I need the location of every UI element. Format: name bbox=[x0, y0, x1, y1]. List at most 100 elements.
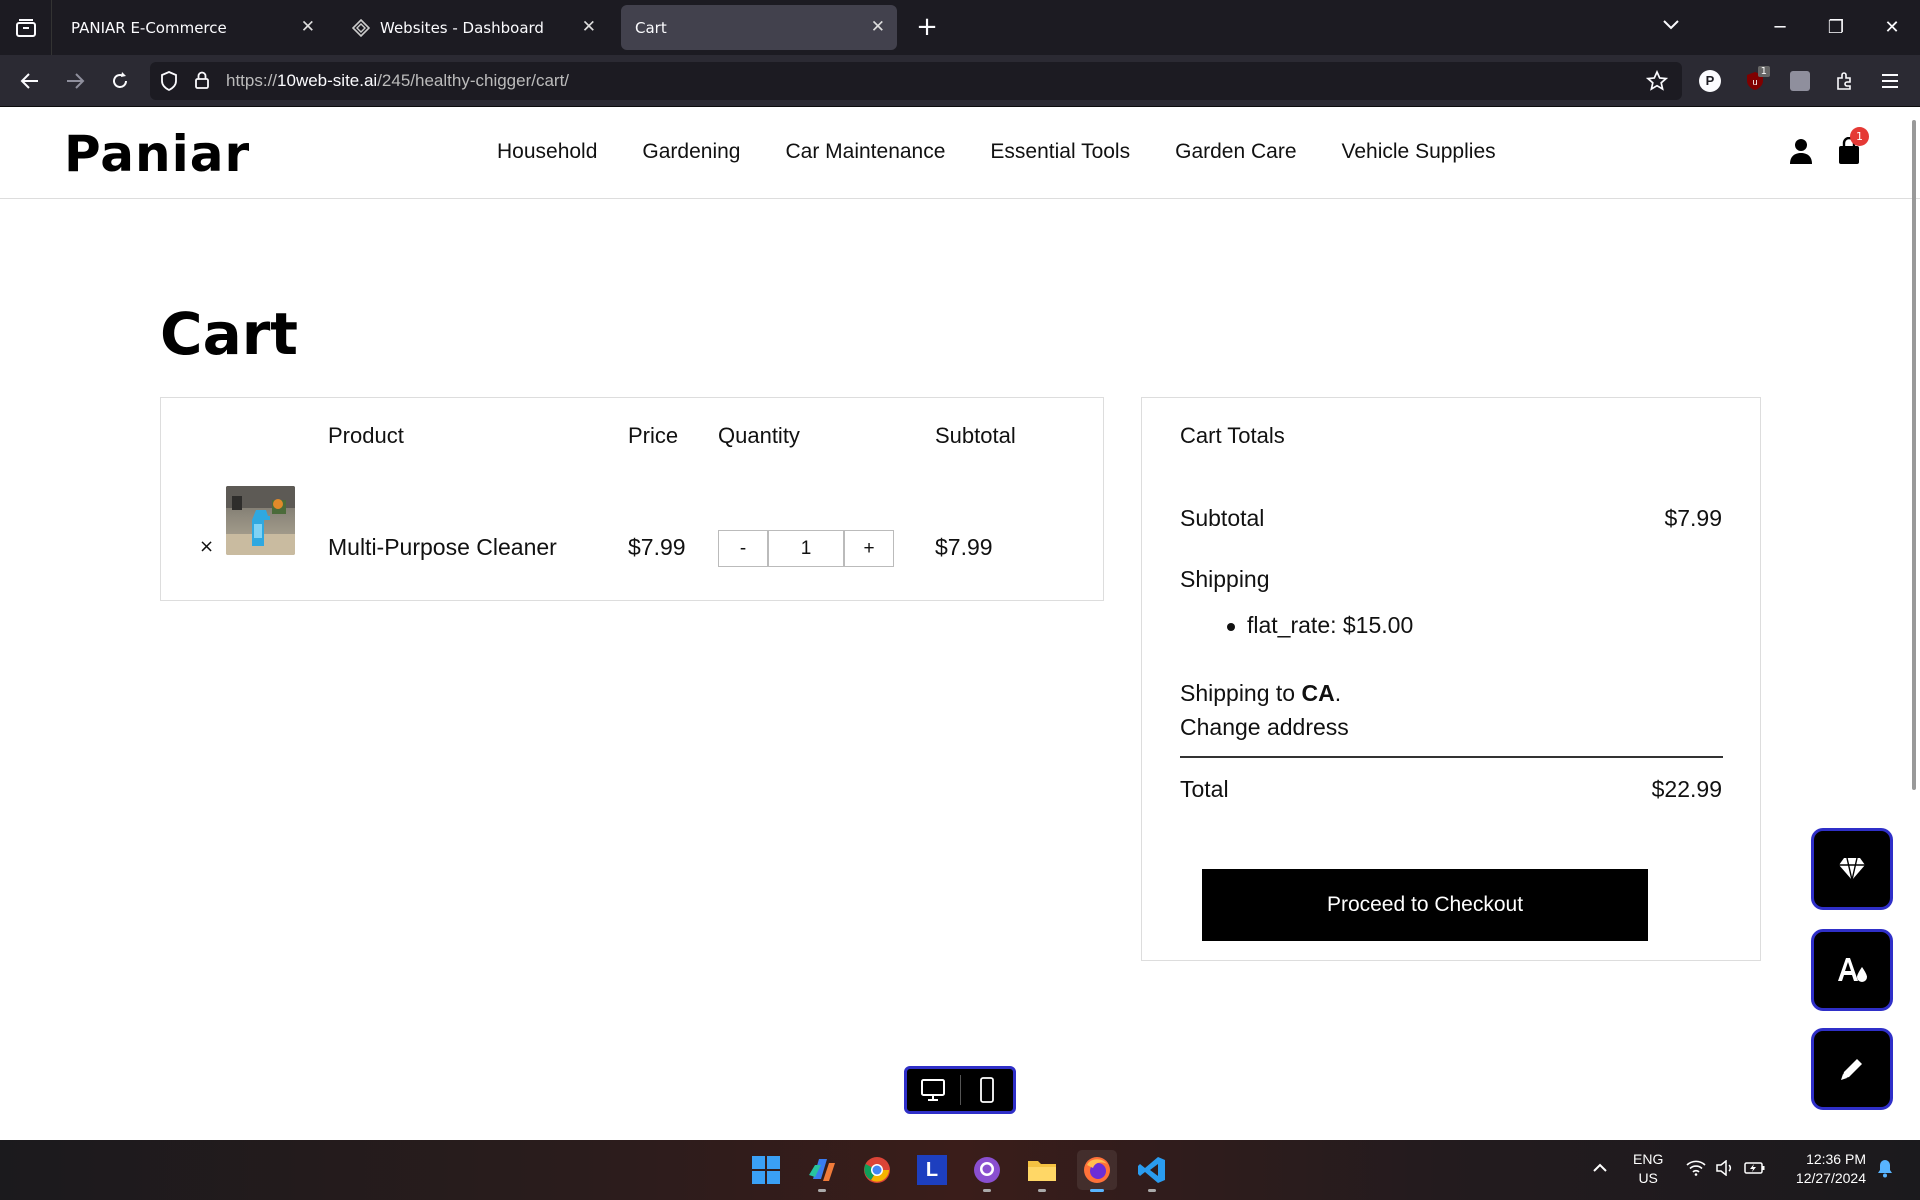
close-tab-icon[interactable]: ✕ bbox=[582, 17, 596, 37]
subtotal-label: Subtotal bbox=[1180, 505, 1265, 531]
shipping-method: flat_rate: $15.00 bbox=[1227, 612, 1413, 639]
quantity-stepper: - 1 + bbox=[718, 530, 894, 567]
windows-taskbar: L ENG US 12:36 PM 12/27/2024 bbox=[0, 1140, 1920, 1200]
extensions-puzzle-icon[interactable] bbox=[1829, 65, 1861, 97]
running-indicator bbox=[1148, 1189, 1156, 1192]
cart-count-badge: 1 bbox=[1850, 127, 1869, 146]
shipping-destination: Shipping to CA. bbox=[1180, 680, 1341, 707]
cart-totals-heading: Cart Totals bbox=[1180, 423, 1285, 448]
browser-nav-bar: https://10web-site.ai/245/healthy-chigge… bbox=[0, 55, 1920, 107]
column-header-quantity: Quantity bbox=[718, 423, 800, 448]
forward-arrow-icon[interactable] bbox=[59, 65, 91, 97]
l-app-icon[interactable]: L bbox=[912, 1150, 952, 1190]
firefox-icon[interactable] bbox=[1077, 1150, 1117, 1192]
pencil-edit-icon[interactable] bbox=[1811, 1028, 1893, 1110]
menu-item-essential-tools[interactable]: Essential Tools bbox=[990, 140, 1130, 164]
mobile-view-icon[interactable] bbox=[960, 1069, 1013, 1111]
diamond-icon[interactable] bbox=[1811, 828, 1893, 910]
site-logo[interactable]: Paniar bbox=[64, 125, 250, 183]
wifi-icon[interactable] bbox=[1686, 1160, 1706, 1179]
ublock-shield-icon[interactable]: u 1 bbox=[1739, 65, 1771, 97]
quantity-increase-button[interactable]: + bbox=[844, 530, 894, 567]
shipping-country: CA bbox=[1301, 680, 1335, 706]
shopping-bag-icon[interactable]: 1 bbox=[1837, 127, 1869, 169]
running-indicator bbox=[983, 1189, 991, 1192]
cart-totals-panel: Cart Totals Subtotal $7.99 Shipping flat… bbox=[1141, 397, 1761, 961]
file-explorer-icon[interactable] bbox=[1022, 1150, 1062, 1192]
volume-icon[interactable] bbox=[1715, 1159, 1735, 1179]
menu-item-household[interactable]: Household bbox=[497, 140, 597, 164]
windows-start-icon[interactable] bbox=[746, 1150, 786, 1190]
address-bar[interactable]: https://10web-site.ai/245/healthy-chigge… bbox=[150, 62, 1682, 100]
menu-item-gardening[interactable]: Gardening bbox=[642, 140, 740, 164]
list-all-tabs-icon[interactable] bbox=[0, 0, 52, 55]
language-code: ENG bbox=[1633, 1151, 1664, 1167]
restore-window-icon[interactable]: ❐ bbox=[1808, 0, 1864, 55]
url-path: /245/healthy-chigger/cart/ bbox=[377, 71, 570, 90]
browser-tab-bar: PANIAR E-Commerce ✕ Websites - Dashboard… bbox=[0, 0, 1920, 55]
reload-icon[interactable] bbox=[104, 65, 136, 97]
totals-divider bbox=[1180, 756, 1723, 758]
remove-item-button[interactable]: × bbox=[199, 536, 214, 557]
typography-color-icon[interactable] bbox=[1811, 929, 1893, 1011]
tab-cart[interactable]: Cart ✕ bbox=[621, 5, 897, 50]
close-tab-icon[interactable]: ✕ bbox=[871, 17, 885, 37]
change-address-link[interactable]: Change address bbox=[1180, 714, 1349, 741]
bookmark-star-icon[interactable] bbox=[1645, 69, 1669, 96]
url-scheme: https:// bbox=[226, 71, 278, 90]
close-tab-icon[interactable]: ✕ bbox=[301, 17, 315, 37]
running-indicator bbox=[818, 1189, 826, 1192]
lock-icon[interactable] bbox=[194, 70, 210, 94]
clock[interactable]: 12:36 PM 12/27/2024 bbox=[1786, 1150, 1866, 1188]
copilot-icon[interactable] bbox=[802, 1150, 842, 1192]
chrome-icon[interactable] bbox=[857, 1150, 897, 1190]
shipping-method-text: flat_rate: $15.00 bbox=[1247, 612, 1414, 638]
bullet-icon bbox=[1227, 622, 1235, 631]
extension-badge: 1 bbox=[1757, 66, 1770, 77]
product-name-link[interactable]: Multi-Purpose Cleaner bbox=[328, 534, 557, 561]
product-price: $7.99 bbox=[628, 534, 686, 560]
subtotal-value: $7.99 bbox=[1664, 505, 1722, 531]
tab-websites-dashboard[interactable]: Websites - Dashboard ✕ bbox=[338, 5, 608, 50]
minimize-window-icon[interactable]: ─ bbox=[1752, 0, 1808, 55]
quantity-decrease-button[interactable]: - bbox=[718, 530, 768, 567]
close-window-icon[interactable]: ✕ bbox=[1864, 0, 1920, 55]
github-desktop-icon[interactable] bbox=[967, 1150, 1007, 1192]
page-title: Cart bbox=[160, 300, 299, 368]
tab-title: Cart bbox=[635, 18, 667, 37]
proceed-to-checkout-button[interactable]: Proceed to Checkout bbox=[1202, 869, 1648, 941]
show-hidden-icons-chevron[interactable] bbox=[1592, 1160, 1608, 1176]
hamburger-menu-icon[interactable] bbox=[1874, 65, 1906, 97]
menu-item-car-maintenance[interactable]: Car Maintenance bbox=[785, 140, 945, 164]
extension-puzzle-tile-icon[interactable] bbox=[1784, 65, 1816, 97]
product-thumbnail[interactable] bbox=[226, 486, 295, 555]
notification-bell-icon[interactable] bbox=[1876, 1158, 1894, 1181]
diamond-favicon-icon bbox=[352, 18, 370, 37]
column-header-product: Product bbox=[328, 423, 404, 448]
new-tab-button[interactable]: + bbox=[912, 12, 942, 42]
column-header-price: Price bbox=[628, 423, 679, 448]
menu-item-vehicle-supplies[interactable]: Vehicle Supplies bbox=[1342, 140, 1496, 164]
url-text[interactable]: https://10web-site.ai/245/healthy-chigge… bbox=[226, 71, 569, 91]
site-header: Paniar Household Gardening Car Maintenan… bbox=[0, 107, 1920, 199]
shipping-label: Shipping bbox=[1180, 566, 1270, 592]
url-host: 10web-site.ai bbox=[277, 71, 378, 90]
desktop-view-icon[interactable] bbox=[907, 1069, 960, 1111]
tab-overflow-chevron-icon[interactable] bbox=[1662, 16, 1680, 35]
tab-paniar-ecommerce[interactable]: PANIAR E-Commerce ✕ bbox=[57, 5, 327, 50]
total-value: $22.99 bbox=[1651, 776, 1722, 802]
vscode-icon[interactable] bbox=[1132, 1150, 1172, 1192]
extension-p-icon[interactable]: P bbox=[1694, 65, 1726, 97]
column-header-subtotal: Subtotal bbox=[935, 423, 1016, 448]
input-language-indicator[interactable]: ENG US bbox=[1633, 1150, 1663, 1188]
shield-icon[interactable] bbox=[160, 71, 178, 95]
tab-title: PANIAR E-Commerce bbox=[71, 18, 227, 37]
svg-text:u: u bbox=[1752, 77, 1757, 87]
quantity-input[interactable]: 1 bbox=[768, 530, 844, 567]
menu-item-garden-care[interactable]: Garden Care bbox=[1175, 140, 1296, 164]
page-scrollbar[interactable] bbox=[1912, 120, 1916, 790]
clock-time: 12:36 PM bbox=[1806, 1151, 1866, 1167]
battery-charging-icon[interactable] bbox=[1744, 1160, 1766, 1179]
user-account-icon[interactable] bbox=[1788, 137, 1814, 169]
back-arrow-icon[interactable] bbox=[14, 65, 46, 97]
